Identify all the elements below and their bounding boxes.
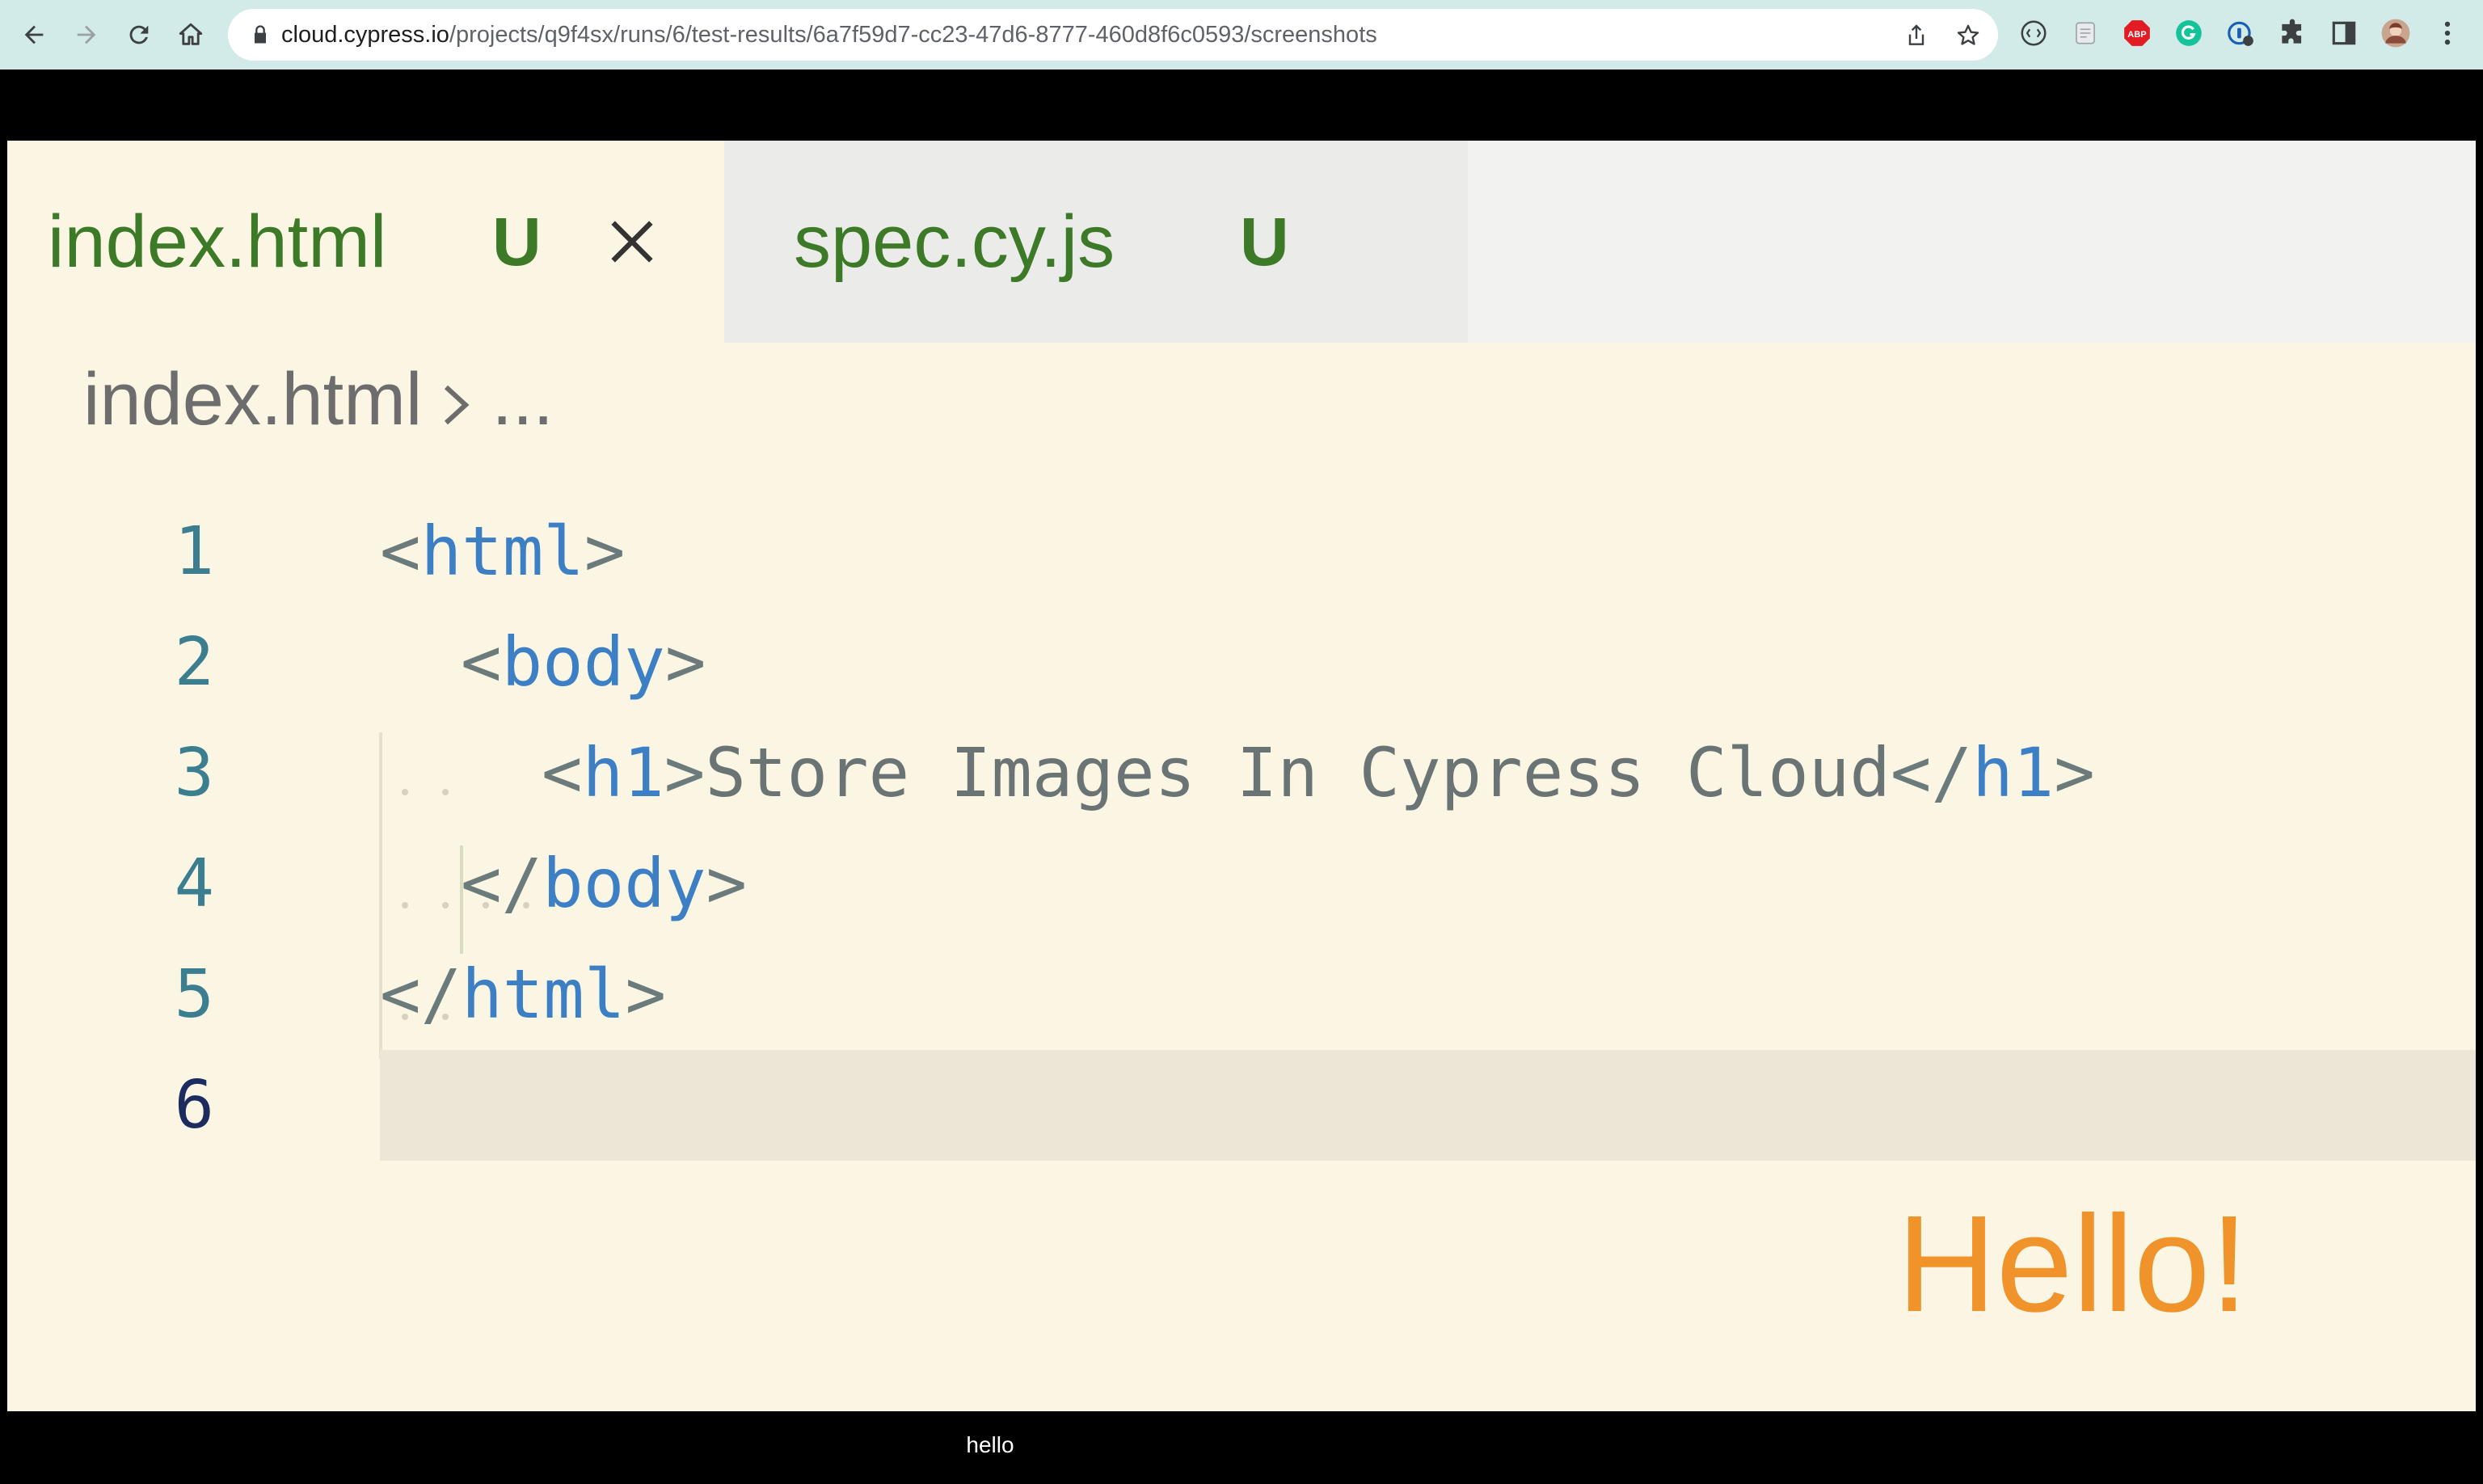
side-panel-button[interactable] xyxy=(2328,17,2360,49)
notes-extension-button[interactable] xyxy=(2069,17,2101,49)
chevron-right-icon xyxy=(445,385,470,424)
breadcrumb-file[interactable]: index.html xyxy=(83,358,422,441)
code-line: 5 </html> xyxy=(7,939,2476,1050)
page-top-bar xyxy=(0,70,2483,141)
back-button[interactable] xyxy=(15,15,53,54)
close-icon[interactable] xyxy=(604,213,660,270)
share-icon xyxy=(1908,24,1924,45)
editor-screenshot: index.html U spec.cy.js U index.html... … xyxy=(7,141,2476,1411)
line-number: 5 xyxy=(174,956,214,1033)
line-number: 2 xyxy=(174,624,214,701)
grammarly-extension-button[interactable] xyxy=(2173,17,2205,49)
hello-overlay-text: Hello! xyxy=(1897,1187,2249,1341)
code-line: 2 <body> xyxy=(7,607,2476,718)
tab-label: index.html xyxy=(48,200,387,283)
notes-extension-icon xyxy=(2076,22,2095,44)
lock-icon xyxy=(255,25,266,44)
code-text: <body> xyxy=(461,622,706,702)
code-text: <h1>Store Images In Cypress Cloud</h1> xyxy=(542,733,2095,812)
home-button[interactable] xyxy=(171,15,210,54)
line-number: 6 xyxy=(174,1067,214,1144)
adblock-extension-button[interactable]: ABP xyxy=(2121,17,2153,49)
address-bar[interactable]: cloud.cypress.io/projects/q9f4sx/runs/6/… xyxy=(228,9,1998,61)
current-line-highlight xyxy=(380,1050,2476,1161)
browser-toolbar: cloud.cypress.io/projects/q9f4sx/runs/6/… xyxy=(0,0,2483,70)
devtools-extension-icon xyxy=(2021,20,2047,46)
editor-tab-bar: index.html U spec.cy.js U xyxy=(7,141,2476,343)
password-manager-extension-button[interactable] xyxy=(2224,17,2257,49)
grammarly-extension-icon xyxy=(2176,20,2202,46)
code-text: <html> xyxy=(380,512,626,591)
breadcrumb: index.html... xyxy=(83,359,554,440)
profile-button[interactable] xyxy=(2380,17,2412,49)
home-icon xyxy=(179,23,203,45)
line-number: 4 xyxy=(174,845,214,922)
line-number: 1 xyxy=(174,513,214,590)
code-line-current: 6 xyxy=(7,1050,2476,1161)
code-line: 4 </body> xyxy=(7,828,2476,939)
browser-menu-button[interactable] xyxy=(2431,17,2464,49)
extensions-button[interactable] xyxy=(2276,17,2308,49)
profile-avatar xyxy=(2381,19,2410,48)
tab-status-badge: U xyxy=(492,203,542,280)
tab-index-html[interactable]: index.html U xyxy=(7,141,724,343)
share-button[interactable] xyxy=(1903,22,1930,49)
code-line: 1 <html> xyxy=(7,496,2476,607)
tab-status-badge: U xyxy=(1240,203,1289,280)
screenshot-caption: hello xyxy=(966,1432,1014,1457)
page-bottom-bar xyxy=(0,1411,2483,1484)
url-path: /projects/q9f4sx/runs/6/test-results/6a7… xyxy=(449,22,1377,48)
forward-button[interactable] xyxy=(67,15,106,54)
line-number: 3 xyxy=(174,735,214,812)
arrow-right-icon xyxy=(77,25,96,44)
url-host: cloud.cypress.io xyxy=(281,22,449,48)
bookmark-button[interactable] xyxy=(1954,22,1982,49)
svg-text:ABP: ABP xyxy=(2127,30,2147,40)
password-manager-extension-icon xyxy=(2228,21,2253,46)
tab-label: spec.cy.js xyxy=(794,200,1115,283)
reload-button[interactable] xyxy=(120,15,158,54)
code-text: </html> xyxy=(380,955,667,1034)
devtools-extension-button[interactable] xyxy=(2017,17,2050,49)
star-icon xyxy=(1957,24,1979,45)
url-text: cloud.cypress.io/projects/q9f4sx/runs/6/… xyxy=(281,9,1377,61)
code-line: 3 <h1>Store Images In Cypress Cloud</h1> xyxy=(7,718,2476,828)
menu-icon xyxy=(2444,21,2451,45)
puzzle-extensions-icon xyxy=(2282,19,2302,44)
reload-icon xyxy=(129,25,149,44)
breadcrumb-more[interactable]: ... xyxy=(491,358,554,441)
sidebar-icon xyxy=(2332,21,2356,45)
adblock-extension-icon: ABP xyxy=(2124,20,2150,46)
arrow-left-icon xyxy=(24,25,44,44)
tab-spec-cy-js[interactable]: spec.cy.js U xyxy=(724,141,1468,343)
code-text: </body> xyxy=(461,844,748,923)
